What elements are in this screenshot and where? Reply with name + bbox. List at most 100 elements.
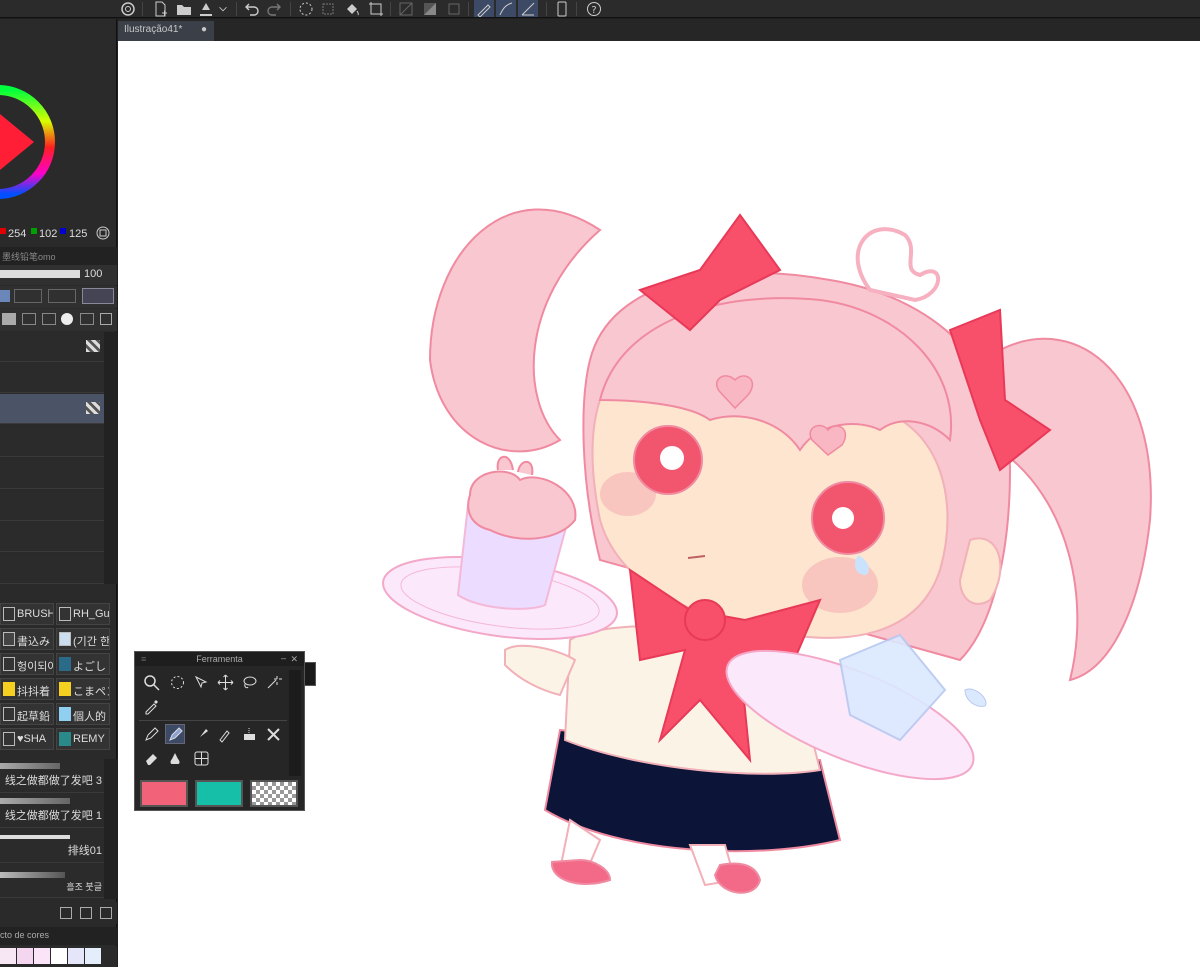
color-wheel[interactable] <box>0 44 58 240</box>
magic-wand-icon[interactable] <box>263 672 283 692</box>
delete-layer-icon[interactable] <box>100 313 112 325</box>
color-swatch[interactable] <box>0 948 16 964</box>
fill-bucket-icon[interactable] <box>342 0 362 17</box>
reference-layer-icon[interactable] <box>14 289 42 303</box>
smartphone-icon[interactable] <box>552 0 572 17</box>
color-swatch[interactable] <box>68 948 84 964</box>
layer-scrollbar[interactable] <box>104 332 117 584</box>
draft-layer-icon[interactable] <box>48 289 76 303</box>
open-folder-icon[interactable] <box>174 0 194 17</box>
add-brush-icon[interactable] <box>80 907 92 919</box>
palette-expand-handle[interactable] <box>304 662 316 686</box>
eraser-icon[interactable] <box>141 748 161 768</box>
brush-item[interactable]: 헝이되어 <box>0 653 54 675</box>
palette-scrollbar[interactable] <box>289 670 301 776</box>
color-set-tab[interactable]: cto de cores <box>0 930 49 940</box>
stroke-list-item[interactable]: 排线01 <box>0 829 104 863</box>
main-color-swatch[interactable] <box>140 780 188 807</box>
app-menu-icon[interactable] <box>118 0 138 17</box>
pencil-tool-icon[interactable] <box>165 724 185 744</box>
color-settings-icon[interactable] <box>96 226 110 243</box>
mask-layer-icon[interactable] <box>61 313 73 325</box>
stroke-list-scrollbar[interactable] <box>104 759 117 899</box>
blend-mode-icon[interactable] <box>0 290 10 302</box>
brush-item[interactable]: (기간 한 <box>56 628 110 650</box>
brush-label: こまペン <box>73 686 109 698</box>
brush-tool-icon[interactable] <box>191 724 211 744</box>
selection-icon[interactable] <box>318 0 338 17</box>
layer-row[interactable] <box>0 332 104 362</box>
stabilizer-curve-icon[interactable] <box>496 0 516 17</box>
drawing-canvas[interactable] <box>118 41 1200 967</box>
color-swatch[interactable] <box>17 948 33 964</box>
zoom-tool-icon[interactable] <box>141 672 161 692</box>
brush-item[interactable]: よごし <box>56 653 110 675</box>
stroke-list-item[interactable]: 线之做都做了发吧 3 <box>0 759 104 793</box>
close-icon[interactable]: ✕ <box>290 652 298 666</box>
new-folder-icon[interactable] <box>2 313 16 325</box>
brush-item[interactable]: こまペン <box>56 678 110 700</box>
brush-item[interactable]: BRUSH <box>0 603 54 625</box>
ruler-icon[interactable] <box>396 0 416 17</box>
layer-color-icon[interactable] <box>82 288 114 304</box>
move-tool-icon[interactable] <box>215 672 235 692</box>
ruler-layer-icon[interactable] <box>80 313 94 325</box>
pen-tool-icon[interactable] <box>141 724 161 744</box>
decoration-icon[interactable] <box>239 724 259 744</box>
layer-row-selected[interactable] <box>0 394 104 424</box>
trash-icon[interactable] <box>100 907 112 919</box>
redo-icon[interactable] <box>264 0 284 17</box>
crop-icon[interactable] <box>366 0 386 17</box>
lasso-tool-icon[interactable] <box>239 672 259 692</box>
object-select-icon[interactable] <box>191 672 211 692</box>
layer-tab-label[interactable]: 墨线铅笔omo <box>2 250 56 263</box>
stroke-list-item[interactable]: 흘조 붓글 <box>0 864 104 898</box>
rotate-view-icon[interactable] <box>167 672 187 692</box>
stroke-label: 흘조 붓글 <box>66 882 102 892</box>
airbrush-icon[interactable] <box>215 724 235 744</box>
brush-item[interactable]: ♥SHA <box>0 728 54 750</box>
new-file-icon[interactable] <box>150 0 170 17</box>
undo-icon[interactable] <box>242 0 262 17</box>
copy-layer-icon[interactable] <box>22 313 36 325</box>
minimize-icon[interactable]: – <box>281 651 286 665</box>
close-tab-icon[interactable]: ● <box>201 24 207 35</box>
brush-item[interactable]: 抖抖着 <box>0 678 54 700</box>
sub-color-swatch[interactable] <box>195 780 243 807</box>
opacity-value[interactable]: 100 <box>84 268 102 280</box>
stroke-list-item[interactable]: 线之做都做了发吧 1 <box>0 794 104 828</box>
transparent-color-swatch[interactable] <box>250 780 298 807</box>
opacity-slider[interactable] <box>0 270 80 278</box>
merge-layer-icon[interactable] <box>42 313 56 325</box>
layer-row[interactable] <box>0 459 104 489</box>
mask-icon[interactable] <box>420 0 440 17</box>
brush-item[interactable]: 起草鉛 <box>0 703 54 725</box>
brush-item[interactable]: 個人的 <box>56 703 110 725</box>
brush-item[interactable]: 書込み <box>0 628 54 650</box>
layer-row[interactable] <box>0 363 104 393</box>
brush-item[interactable]: REMY <box>56 728 110 750</box>
frame-border-icon[interactable] <box>191 748 211 768</box>
tool-palette-header[interactable]: ≡ Ferramenta – ✕ <box>135 652 304 666</box>
drag-handle-icon[interactable]: ≡ <box>141 652 146 666</box>
layer-row[interactable] <box>0 554 104 584</box>
eyedropper-icon[interactable] <box>141 696 161 716</box>
document-tab[interactable]: Ilustração41* ● <box>118 21 214 41</box>
stabilizer-line-icon[interactable] <box>518 0 538 17</box>
stabilizer-pen-icon[interactable] <box>474 0 494 17</box>
export-dropdown-icon[interactable] <box>216 0 230 17</box>
export-icon[interactable] <box>196 0 216 17</box>
layer-row[interactable] <box>0 427 104 457</box>
color-swatch[interactable] <box>34 948 50 964</box>
frame-icon[interactable] <box>444 0 464 17</box>
layer-row[interactable] <box>0 522 104 552</box>
brush-item[interactable]: RH_Gu <box>56 603 110 625</box>
layer-row[interactable] <box>0 491 104 521</box>
color-swatch[interactable] <box>51 948 67 964</box>
fill-tool-icon[interactable] <box>165 748 185 768</box>
blend-tool-icon[interactable] <box>263 724 283 744</box>
download-icon[interactable] <box>60 907 72 919</box>
loading-icon[interactable] <box>296 0 316 17</box>
color-swatch[interactable] <box>85 948 101 964</box>
help-icon[interactable]: ? <box>584 0 604 17</box>
